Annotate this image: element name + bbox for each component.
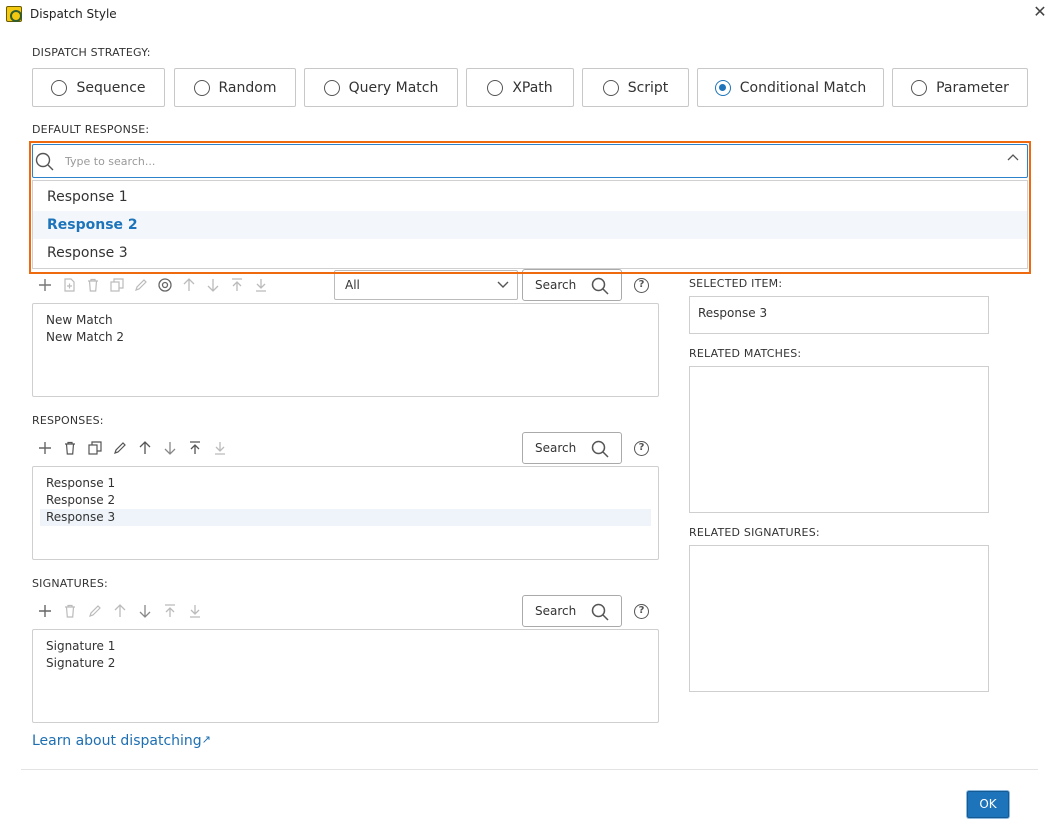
radio-random[interactable]: Random — [174, 68, 296, 107]
radio-circle-icon — [911, 79, 928, 96]
matches-help-icon[interactable]: ? — [634, 278, 649, 293]
dispatch-strategy-label: DISPATCH STRATEGY: — [32, 46, 151, 59]
radio-label: Random — [218, 79, 277, 96]
learn-dispatching-link[interactable]: Learn about dispatching↗ — [32, 733, 211, 749]
radio-circle-icon — [487, 79, 504, 96]
move-bottom-icon[interactable] — [252, 276, 270, 294]
move-top-icon[interactable] — [161, 602, 179, 620]
responses-toolbar — [36, 439, 229, 457]
move-down-icon[interactable] — [204, 276, 222, 294]
radio-script[interactable]: Script — [582, 68, 689, 107]
move-bottom-icon[interactable] — [186, 602, 204, 620]
move-top-icon[interactable] — [228, 276, 246, 294]
radio-label: Parameter — [936, 79, 1009, 96]
move-bottom-icon[interactable] — [211, 439, 229, 457]
signatures-search-button[interactable]: Search — [522, 595, 622, 627]
search-icon — [591, 277, 609, 295]
add-icon[interactable] — [36, 602, 54, 620]
focus-highlight-frame — [29, 141, 1031, 274]
delete-icon[interactable] — [61, 439, 79, 457]
external-link-icon: ↗ — [201, 733, 211, 746]
radio-circle-icon — [193, 79, 210, 96]
move-down-icon[interactable] — [136, 602, 154, 620]
footer-divider — [21, 769, 1038, 770]
radio-label: Sequence — [76, 79, 146, 96]
list-item[interactable]: Signature 1 — [40, 638, 115, 655]
list-item-selected[interactable]: Response 3 — [40, 509, 651, 526]
search-icon — [591, 603, 609, 621]
list-item[interactable]: New Match — [40, 312, 113, 329]
list-item[interactable]: Response 1 — [40, 475, 115, 492]
matches-toolbar — [36, 276, 270, 294]
related-signatures-list[interactable] — [689, 545, 989, 692]
list-item[interactable]: Signature 2 — [40, 655, 115, 672]
close-icon[interactable]: ✕ — [1031, 3, 1049, 21]
search-button-label: Search — [535, 278, 577, 292]
delete-icon[interactable] — [84, 276, 102, 294]
radio-label: Query Match — [348, 79, 439, 96]
target-icon[interactable] — [156, 276, 174, 294]
copy-icon[interactable] — [108, 276, 126, 294]
list-item[interactable]: Response 2 — [40, 492, 115, 509]
radio-parameter[interactable]: Parameter — [892, 68, 1028, 107]
add-icon[interactable] — [36, 439, 54, 457]
edit-icon[interactable] — [132, 276, 150, 294]
signatures-label: SIGNATURES: — [32, 577, 108, 590]
responses-help-icon[interactable]: ? — [634, 441, 649, 456]
edit-icon[interactable] — [86, 602, 104, 620]
move-up-icon[interactable] — [136, 439, 154, 457]
responses-list[interactable]: Response 1 Response 2 Response 3 — [32, 466, 659, 560]
edit-icon[interactable] — [111, 439, 129, 457]
window-title: Dispatch Style — [30, 7, 117, 21]
radio-selected-icon — [714, 79, 731, 96]
link-label: Learn about dispatching — [32, 733, 202, 749]
radio-xpath[interactable]: XPath — [466, 68, 574, 107]
responses-label: RESPONSES: — [32, 414, 104, 427]
copy-icon[interactable] — [86, 439, 104, 457]
selected-item-value: Response 3 — [698, 306, 768, 320]
title-bar: Dispatch Style ✕ — [0, 0, 1060, 28]
move-top-icon[interactable] — [186, 439, 204, 457]
signatures-help-icon[interactable]: ? — [634, 604, 649, 619]
move-up-icon[interactable] — [180, 276, 198, 294]
radio-query-match[interactable]: Query Match — [304, 68, 458, 107]
default-response-label: DEFAULT RESPONSE: — [32, 123, 150, 136]
related-matches-label: RELATED MATCHES: — [689, 347, 802, 360]
selected-item-label: SELECTED ITEM: — [689, 277, 783, 290]
move-down-icon[interactable] — [161, 439, 179, 457]
ok-button[interactable]: OK — [967, 791, 1009, 818]
list-item[interactable]: New Match 2 — [40, 329, 124, 346]
add-icon[interactable] — [36, 276, 54, 294]
search-icon — [591, 440, 609, 458]
matches-list[interactable]: New Match New Match 2 — [32, 303, 659, 397]
related-matches-list[interactable] — [689, 366, 989, 513]
radio-label: Script — [627, 79, 669, 96]
move-up-icon[interactable] — [111, 602, 129, 620]
app-logo-icon — [6, 6, 22, 22]
responses-search-button[interactable]: Search — [522, 432, 622, 464]
signatures-toolbar — [36, 602, 204, 620]
match-filter-select[interactable]: All — [334, 270, 518, 300]
selected-item-field[interactable]: Response 3 — [689, 296, 989, 334]
signatures-list[interactable]: Signature 1 Signature 2 — [32, 629, 659, 723]
search-button-label: Search — [535, 604, 577, 618]
clone-icon[interactable] — [60, 276, 78, 294]
radio-circle-icon — [602, 79, 619, 96]
select-value: All — [345, 278, 360, 292]
radio-label: Conditional Match — [739, 79, 867, 96]
delete-icon[interactable] — [61, 602, 79, 620]
radio-label: XPath — [512, 79, 553, 96]
chevron-down-icon — [497, 281, 509, 288]
radio-circle-icon — [323, 79, 340, 96]
radio-sequence[interactable]: Sequence — [32, 68, 165, 107]
search-button-label: Search — [535, 441, 577, 455]
related-signatures-label: RELATED SIGNATURES: — [689, 526, 820, 539]
radio-circle-icon — [51, 79, 68, 96]
radio-conditional-match[interactable]: Conditional Match — [697, 68, 884, 107]
